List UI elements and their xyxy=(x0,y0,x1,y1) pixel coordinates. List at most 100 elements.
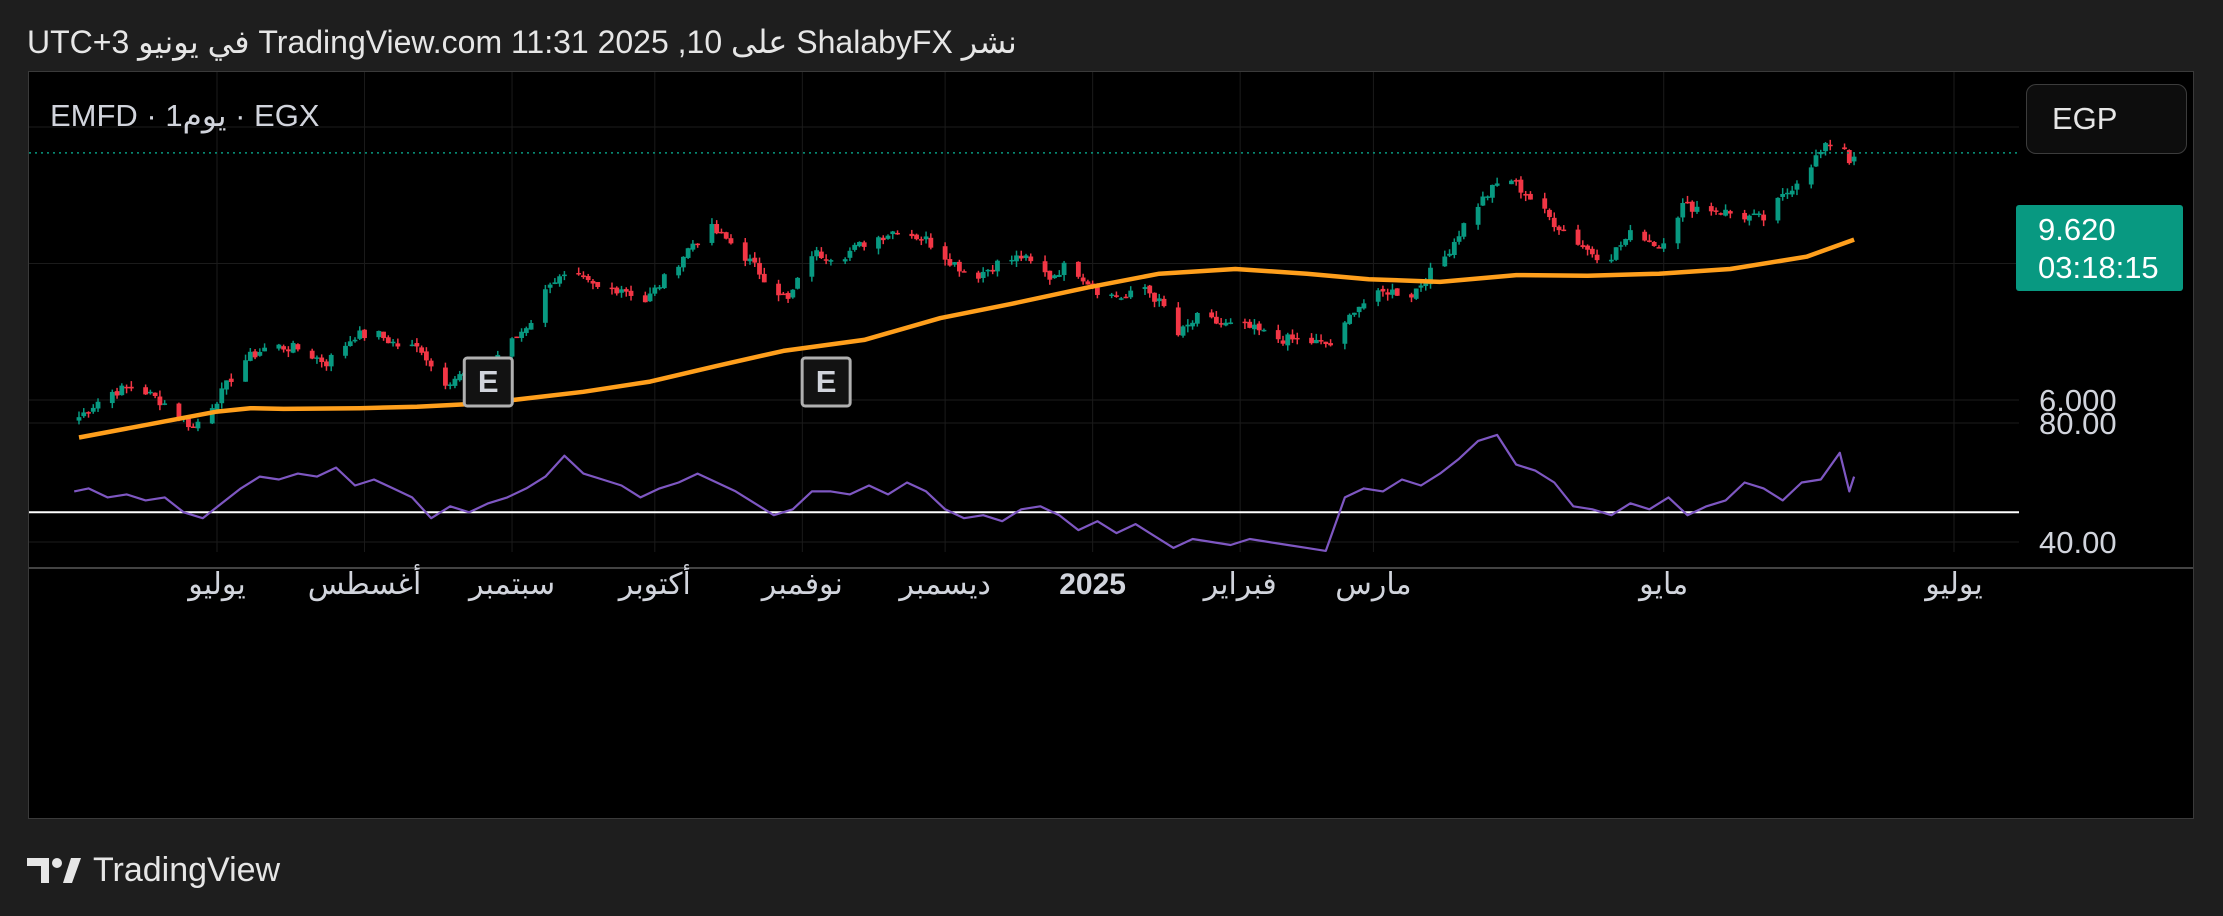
candle-body xyxy=(690,243,696,250)
last-price-value: 9.620 xyxy=(2038,212,2116,247)
candle-body xyxy=(1114,295,1119,297)
candle-body xyxy=(1789,190,1795,195)
tradingview-logo-icon xyxy=(27,858,81,883)
candle-body xyxy=(1851,156,1857,162)
candle-body xyxy=(652,287,658,294)
candle-body xyxy=(1185,324,1191,327)
candle-body xyxy=(1523,193,1529,196)
candle-body xyxy=(1480,196,1486,206)
candle-body xyxy=(1556,226,1562,231)
candle-body xyxy=(676,266,682,276)
candle-body xyxy=(252,351,258,358)
candle-body xyxy=(747,258,753,262)
tradingview-footer[interactable]: TradingView xyxy=(27,845,280,895)
candle-body xyxy=(985,269,991,272)
candle-body xyxy=(1280,340,1286,344)
candle-body xyxy=(1489,184,1495,198)
candle-body xyxy=(90,407,96,412)
candle-body xyxy=(1627,230,1633,241)
candle-body xyxy=(1213,316,1219,324)
candle-body xyxy=(995,260,1000,272)
candle-body xyxy=(861,242,867,247)
candle-body xyxy=(1118,298,1124,300)
candle-body xyxy=(1675,217,1681,244)
candle-body xyxy=(523,328,529,334)
time-axis-label: أكتوبر xyxy=(617,563,691,601)
candle-body xyxy=(628,290,634,296)
candle-body xyxy=(1294,337,1300,340)
candle-body xyxy=(1808,167,1814,185)
candle-body xyxy=(1842,147,1847,150)
candle-body xyxy=(1018,255,1024,259)
candle-body xyxy=(956,261,962,272)
candle-body xyxy=(1152,292,1157,302)
chart-panel[interactable]: EE10.0008.0006.00080.0040.00يوليوأغسطسسب… xyxy=(28,71,2194,819)
candle-body xyxy=(319,357,325,363)
candle-body xyxy=(1461,223,1467,237)
candle-body xyxy=(109,391,115,404)
candle-body xyxy=(1356,306,1362,313)
candle-body xyxy=(752,257,758,263)
currency-button[interactable]: EGP xyxy=(2026,84,2187,154)
candle-body xyxy=(1085,281,1091,285)
earnings-marker-label: E xyxy=(478,364,499,399)
candle-body xyxy=(285,349,291,352)
candle-body xyxy=(1252,324,1257,330)
candle-body xyxy=(1775,197,1781,221)
candle-body xyxy=(1456,236,1462,242)
candle-body xyxy=(581,275,586,278)
candle-body xyxy=(128,386,134,389)
candle-body xyxy=(980,271,986,278)
candle-body xyxy=(1547,209,1552,218)
candle-body xyxy=(1128,290,1134,298)
candle-body xyxy=(328,354,334,367)
candle-body xyxy=(714,224,720,234)
candle-body xyxy=(1661,243,1667,249)
candle-body xyxy=(1713,210,1719,212)
candle-body xyxy=(1194,312,1200,324)
candle-body xyxy=(1561,229,1567,232)
candle-body xyxy=(190,426,196,429)
last-price-tag: 9.620 03:18:15 xyxy=(2016,205,2183,291)
candle-body xyxy=(1827,144,1833,147)
candle-body xyxy=(1575,229,1581,245)
candle-body xyxy=(314,357,320,359)
symbol-info: EMFD · 1يوم · EGX xyxy=(50,98,320,133)
candle-body xyxy=(1014,255,1019,262)
candle-body xyxy=(1190,322,1195,327)
time-axis-label: يوليو xyxy=(186,568,246,601)
chart-canvas[interactable]: EE10.0008.0006.00080.0040.00يوليوأغسطسسب… xyxy=(29,72,2193,818)
candle-body xyxy=(562,274,567,277)
rsi-line xyxy=(73,433,1856,552)
candle-body xyxy=(785,293,791,299)
candle-body xyxy=(790,289,796,298)
candle-body xyxy=(262,347,267,352)
candle-body xyxy=(1275,330,1281,340)
candle-body xyxy=(1447,253,1452,256)
time-axis-label: نوفمبر xyxy=(760,568,843,601)
candle-body xyxy=(214,403,220,410)
candle-body xyxy=(290,342,296,353)
candle-body xyxy=(1375,290,1381,302)
candle-body xyxy=(1094,287,1100,295)
candle-body xyxy=(1342,322,1348,344)
candle-body xyxy=(357,330,363,339)
candle-body xyxy=(1813,155,1819,167)
candle-body xyxy=(657,287,662,289)
candle-body xyxy=(1642,231,1648,241)
candle-body xyxy=(419,347,425,353)
candle-body xyxy=(914,234,919,240)
candle-body xyxy=(1328,343,1333,346)
candle-body xyxy=(1156,298,1162,302)
candle-body xyxy=(1242,321,1248,324)
candle-body xyxy=(818,251,824,259)
candle-body xyxy=(1513,180,1519,182)
candle-body xyxy=(1756,213,1762,216)
rsi-axis-label: 80.00 xyxy=(2039,406,2117,441)
candle-body xyxy=(847,250,853,258)
time-axis-label: 2025 xyxy=(1059,568,1126,601)
candle-body xyxy=(1423,283,1429,287)
candle-body xyxy=(961,271,967,273)
candle-body xyxy=(880,237,886,241)
candle-body xyxy=(1761,214,1767,221)
